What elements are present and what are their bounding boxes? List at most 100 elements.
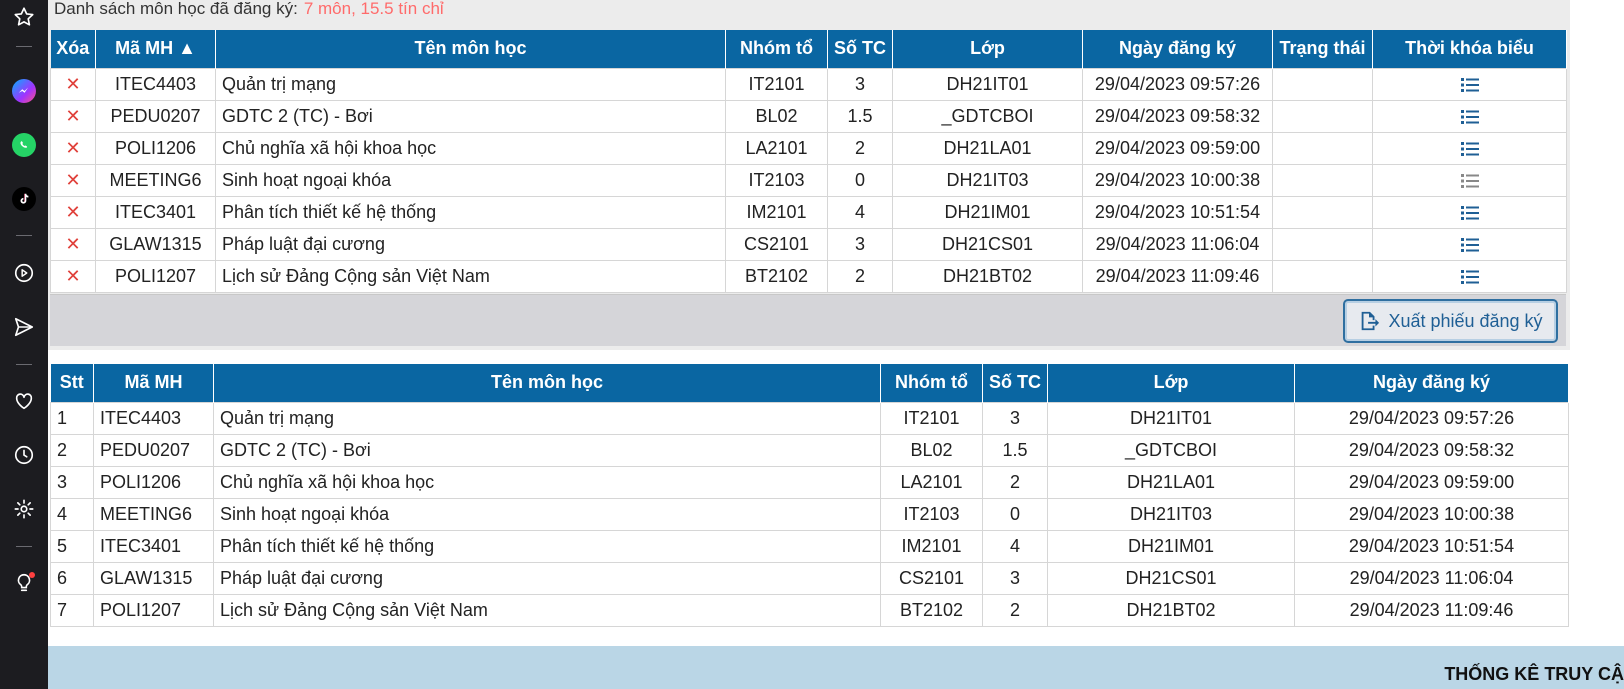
delete-x-icon[interactable]: ✕ (65, 170, 80, 190)
col-header-name[interactable]: Tên môn học (215, 30, 726, 68)
table-row: 2 PEDU0207 GDTC 2 (TC) - Bơi BL02 1.5 _GDTCBO… (50, 433, 1569, 467)
course-code-cell: ITEC4403 (93, 401, 214, 435)
col-header-code[interactable]: Mã MH ▲ (95, 30, 216, 68)
course-name-cell: Chủ nghĩa xã hội khoa học (215, 131, 726, 165)
file-export-icon (1362, 311, 1380, 331)
stt-cell: 2 (50, 433, 94, 467)
list-icon[interactable] (1460, 234, 1479, 254)
export-toolbar: Xuất phiếu đăng ký (50, 294, 1566, 346)
list-icon[interactable] (1460, 170, 1479, 190)
date-cell: 29/04/2023 11:09:46 (1294, 593, 1569, 627)
credits-cell: 1.5 (982, 433, 1048, 467)
course-code-cell: POLI1207 (93, 593, 214, 627)
stt-cell: 5 (50, 529, 94, 563)
status-cell (1272, 99, 1373, 133)
credits-cell: 2 (982, 593, 1048, 627)
timetable-cell (1372, 195, 1567, 229)
messenger-icon[interactable] (12, 79, 36, 103)
delete-x-icon[interactable]: ✕ (65, 202, 80, 222)
course-name-cell: Sinh hoạt ngoại khóa (215, 163, 726, 197)
group-cell: IT2103 (880, 497, 983, 531)
col-header-credits: Số TC (982, 364, 1048, 402)
class-cell: DH21CS01 (1047, 561, 1295, 595)
tiktok-icon[interactable] (12, 187, 36, 211)
group-cell: LA2101 (725, 131, 828, 165)
heart-icon[interactable] (12, 389, 36, 413)
class-cell: DH21BT02 (892, 259, 1083, 293)
clock-icon[interactable] (12, 443, 36, 467)
delete-x-icon[interactable]: ✕ (65, 138, 80, 158)
footer-stats-bar: THỐNG KÊ TRUY CẬ (48, 646, 1624, 689)
list-icon[interactable] (1460, 202, 1479, 222)
list-icon[interactable] (1460, 74, 1479, 94)
delete-x-icon[interactable]: ✕ (65, 234, 80, 254)
status-cell (1272, 195, 1373, 229)
course-name-cell: Quản trị mạng (213, 401, 881, 435)
sidebar-divider (16, 235, 32, 236)
timetable-cell (1372, 163, 1567, 197)
date-cell: 29/04/2023 11:06:04 (1294, 561, 1569, 595)
timetable-cell (1372, 99, 1567, 133)
date-cell: 29/04/2023 10:00:38 (1294, 497, 1569, 531)
status-cell (1272, 163, 1373, 197)
play-icon[interactable] (12, 261, 36, 285)
list-icon[interactable] (1460, 266, 1479, 286)
table-row: ✕ ITEC3401 Phân tích thiết kế hệ thống IM21… (50, 195, 1567, 229)
course-code-cell: ITEC3401 (93, 529, 214, 563)
course-code-cell: MEETING6 (93, 497, 214, 531)
course-code-cell: MEETING6 (95, 163, 216, 197)
table-row: ✕ ITEC4403 Quản trị mạng IT2101 3 DH21IT01 29/… (50, 67, 1567, 101)
credits-cell: 3 (982, 561, 1048, 595)
summary-count: 7 môn, 15.5 tín chỉ (303, 0, 444, 18)
group-cell: IT2101 (725, 67, 828, 101)
class-cell: DH21CS01 (892, 227, 1083, 261)
delete-cell: ✕ (50, 259, 96, 293)
stt-cell: 6 (50, 561, 94, 595)
col-header-group[interactable]: Nhóm tổ (725, 30, 828, 68)
course-code-cell: POLI1206 (93, 465, 214, 499)
table-header-row: Stt Mã MH Tên môn học Nhóm tổ Số TC Lớp … (50, 364, 1569, 402)
whatsapp-icon[interactable] (12, 133, 36, 157)
col-header-stt: Stt (50, 364, 94, 402)
course-code-cell: GLAW1315 (95, 227, 216, 261)
col-header-date[interactable]: Ngày đăng ký (1082, 30, 1273, 68)
table-row: 4 MEETING6 Sinh hoạt ngoại khóa IT2103 0 DH21… (50, 497, 1569, 531)
date-cell: 29/04/2023 11:06:04 (1082, 227, 1273, 261)
date-cell: 29/04/2023 10:51:54 (1294, 529, 1569, 563)
col-header-status[interactable]: Trạng thái (1272, 30, 1373, 68)
export-button-label: Xuất phiếu đăng ký (1388, 310, 1543, 331)
group-cell: CS2101 (880, 561, 983, 595)
stt-cell: 1 (50, 401, 94, 435)
table-row: 5 ITEC3401 Phân tích thiết kế hệ thống IM21… (50, 529, 1569, 563)
gear-icon[interactable] (12, 497, 36, 521)
registered-courses-table: Xóa Mã MH ▲ Tên môn học Nhóm tổ Số TC Lớ… (50, 30, 1567, 293)
status-cell (1272, 131, 1373, 165)
credits-cell: 0 (982, 497, 1048, 531)
export-registration-button[interactable]: Xuất phiếu đăng ký (1343, 299, 1558, 343)
summary-label: Danh sách môn học đã đăng ký: (54, 0, 298, 18)
timetable-cell (1372, 259, 1567, 293)
send-icon[interactable] (12, 315, 36, 339)
delete-cell: ✕ (50, 131, 96, 165)
delete-x-icon[interactable]: ✕ (65, 106, 80, 126)
lightbulb-icon[interactable] (12, 571, 36, 595)
star-icon[interactable] (12, 5, 36, 29)
delete-x-icon[interactable]: ✕ (65, 266, 80, 286)
credits-cell: 3 (827, 67, 893, 101)
delete-x-icon[interactable]: ✕ (65, 74, 80, 94)
credits-cell: 0 (827, 163, 893, 197)
group-cell: IM2101 (880, 529, 983, 563)
class-cell: DH21LA01 (892, 131, 1083, 165)
col-header-credits[interactable]: Số TC (827, 30, 893, 68)
col-header-class[interactable]: Lớp (892, 30, 1083, 68)
course-name-cell: GDTC 2 (TC) - Bơi (213, 433, 881, 467)
col-header-class: Lớp (1047, 364, 1295, 402)
sidebar-divider (16, 364, 32, 365)
course-code-cell: PEDU0207 (93, 433, 214, 467)
table-row: ✕ MEETING6 Sinh hoạt ngoại khóa IT2103 0 DH21… (50, 163, 1567, 197)
course-name-cell: Sinh hoạt ngoại khóa (213, 497, 881, 531)
class-cell: _GDTCBOI (892, 99, 1083, 133)
list-icon[interactable] (1460, 106, 1479, 126)
status-cell (1272, 67, 1373, 101)
list-icon[interactable] (1460, 138, 1479, 158)
